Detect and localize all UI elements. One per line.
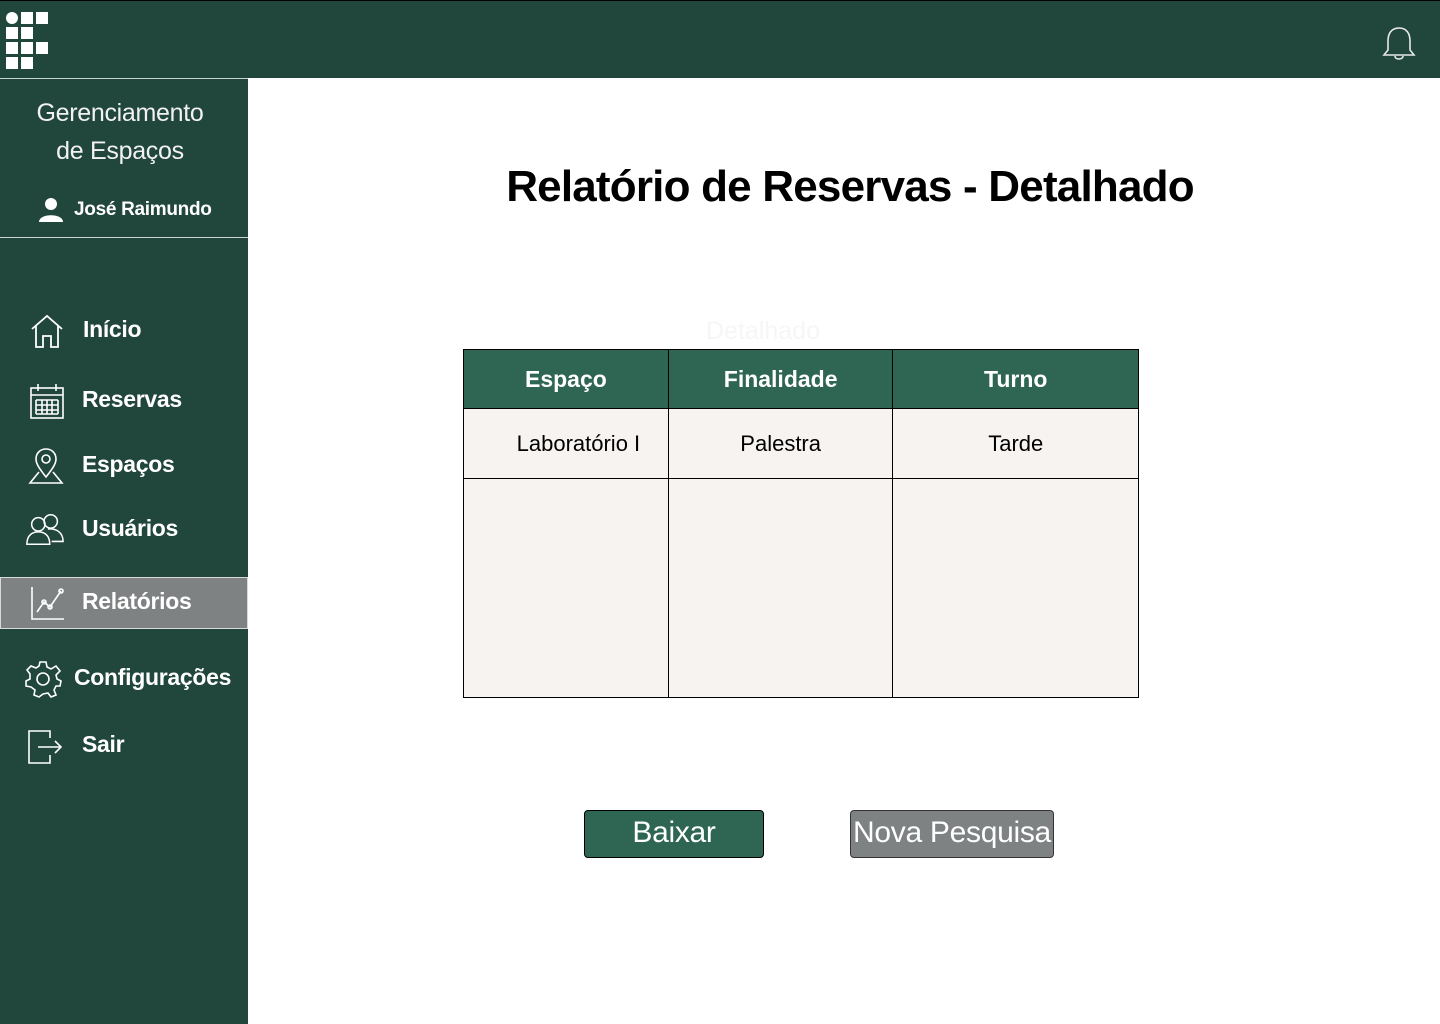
sidebar: Gerenciamento de Espaços José Raimundo I… xyxy=(0,78,248,1024)
home-icon xyxy=(31,314,63,348)
column-header-finalidade: Finalidade xyxy=(667,349,894,409)
top-bar xyxy=(0,0,1440,78)
users-icon xyxy=(26,514,64,546)
bell-icon[interactable] xyxy=(1380,25,1418,63)
new-search-button[interactable]: Nova Pesquisa xyxy=(850,810,1054,858)
ghost-label: Detalhado xyxy=(706,317,820,345)
column-header-turno: Turno xyxy=(892,349,1139,409)
sidebar-item-sair[interactable]: Sair xyxy=(0,719,248,771)
sidebar-item-relatorios[interactable]: Relatórios xyxy=(0,577,248,629)
sidebar-item-label: Início xyxy=(83,316,142,342)
user-icon xyxy=(39,198,63,222)
sidebar-item-label: Sair xyxy=(82,731,125,757)
logout-icon xyxy=(28,730,63,764)
sidebar-item-usuarios[interactable]: Usuários xyxy=(0,503,248,555)
sidebar-item-label: Configurações xyxy=(74,664,232,690)
app-title: Gerenciamento de Espaços xyxy=(36,99,204,165)
table-cell-espaco: Laboratório I xyxy=(463,408,669,479)
sidebar-item-espacos[interactable]: Espaços xyxy=(0,439,248,491)
table-row: Laboratório I Palestra Tarde xyxy=(463,408,1139,479)
table-cell-empty xyxy=(667,478,894,698)
user-info: José Raimundo xyxy=(38,197,212,223)
download-button[interactable]: Baixar xyxy=(584,810,764,858)
table-cell-empty xyxy=(463,478,669,698)
table-row-empty xyxy=(463,478,1139,698)
sidebar-item-label: Relatórios xyxy=(82,588,192,614)
sidebar-item-label: Espaços xyxy=(82,451,175,477)
sidebar-item-inicio[interactable]: Início xyxy=(0,304,248,356)
sidebar-item-label: Usuários xyxy=(82,515,179,541)
sidebar-header: Gerenciamento de Espaços José Raimundo xyxy=(0,78,248,238)
calendar-icon xyxy=(30,384,64,419)
sidebar-item-reservas[interactable]: Reservas xyxy=(0,374,248,426)
table-cell-empty xyxy=(892,478,1139,698)
map-pin-icon xyxy=(28,448,64,484)
page-title: Relatório de Reservas - Detalhado xyxy=(506,162,1194,211)
chart-icon xyxy=(31,587,64,620)
report-table: Espaço Finalidade Turno Laboratório I Pa… xyxy=(463,349,1139,698)
institute-logo-icon xyxy=(6,12,48,69)
user-name: José Raimundo xyxy=(74,199,212,220)
table-header-row: Espaço Finalidade Turno xyxy=(463,349,1139,409)
table-cell-finalidade: Palestra xyxy=(667,408,894,479)
column-header-espaco: Espaço xyxy=(463,349,669,409)
table-cell-turno: Tarde xyxy=(892,408,1139,479)
sidebar-item-configuracoes[interactable]: Configurações xyxy=(0,652,248,704)
gear-icon xyxy=(25,661,62,698)
sidebar-item-label: Reservas xyxy=(82,386,182,412)
